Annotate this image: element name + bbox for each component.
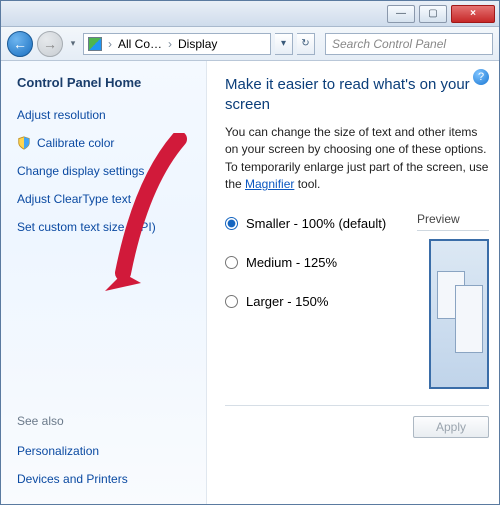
titlebar: — ▢ × [1,1,499,27]
address-bar[interactable]: › All Co… › Display [83,33,271,55]
history-dropdown[interactable]: ▾ [67,38,79,49]
sidebar-link-change-display-settings[interactable]: Change display settings [17,164,192,178]
search-input[interactable]: Search Control Panel [325,33,493,55]
sidebar: Control Panel Home Adjust resolution Cal… [1,61,207,504]
option-larger-radio[interactable] [225,295,238,308]
preview-column: Preview [417,212,489,389]
preview-image [429,239,489,389]
refresh-button[interactable]: ↻ [297,33,315,55]
size-options: Smaller - 100% (default) Medium - 125% L… [225,212,407,389]
minimize-button[interactable]: — [387,5,415,23]
maximize-button[interactable]: ▢ [419,5,447,23]
option-label: Larger - 150% [246,294,328,309]
option-smaller-radio[interactable] [225,217,238,230]
option-larger[interactable]: Larger - 150% [225,294,407,309]
shield-icon [17,136,31,150]
options-row: Smaller - 100% (default) Medium - 125% L… [225,212,489,389]
breadcrumb-item[interactable]: Display [178,37,217,51]
back-button[interactable]: ← [7,31,33,57]
sidebar-home-link[interactable]: Control Panel Home [17,75,192,90]
apply-button: Apply [413,416,489,438]
sidebar-link-adjust-cleartype[interactable]: Adjust ClearType text [17,192,192,206]
see-also-label: See also [17,414,192,428]
window-body: Control Panel Home Adjust resolution Cal… [1,61,499,504]
page-title: Make it easier to read what's on your sc… [225,75,489,114]
close-button[interactable]: × [451,5,495,23]
forward-button[interactable]: → [37,31,63,57]
main-panel: ? Make it easier to read what's on your … [207,61,499,504]
preview-label: Preview [417,212,489,231]
description-text: tool. [294,177,320,191]
divider [225,405,489,406]
toolbar: ← → ▾ › All Co… › Display ▾ ↻ Search Con… [1,27,499,61]
option-medium-radio[interactable] [225,256,238,269]
help-icon[interactable]: ? [473,69,489,85]
option-label: Smaller - 100% (default) [246,216,386,231]
breadcrumb-sep: › [168,37,172,51]
magnifier-link[interactable]: Magnifier [245,177,294,191]
option-label: Medium - 125% [246,255,337,270]
control-panel-icon [88,37,102,51]
see-also-devices-printers[interactable]: Devices and Printers [17,472,192,486]
sidebar-link-label: Calibrate color [37,136,114,150]
option-smaller[interactable]: Smaller - 100% (default) [225,216,407,231]
see-also-personalization[interactable]: Personalization [17,444,192,458]
control-panel-window: — ▢ × ← → ▾ › All Co… › Display ▾ ↻ Sear… [0,0,500,505]
description: You can change the size of text and othe… [225,124,489,194]
sidebar-link-calibrate-color[interactable]: Calibrate color [17,136,192,150]
breadcrumb-item[interactable]: All Co… [118,37,162,51]
breadcrumb-sep: › [108,37,112,51]
option-medium[interactable]: Medium - 125% [225,255,407,270]
address-dropdown[interactable]: ▾ [275,33,293,55]
sidebar-link-adjust-resolution[interactable]: Adjust resolution [17,108,192,122]
sidebar-link-set-custom-dpi[interactable]: Set custom text size (DPI) [17,220,192,234]
